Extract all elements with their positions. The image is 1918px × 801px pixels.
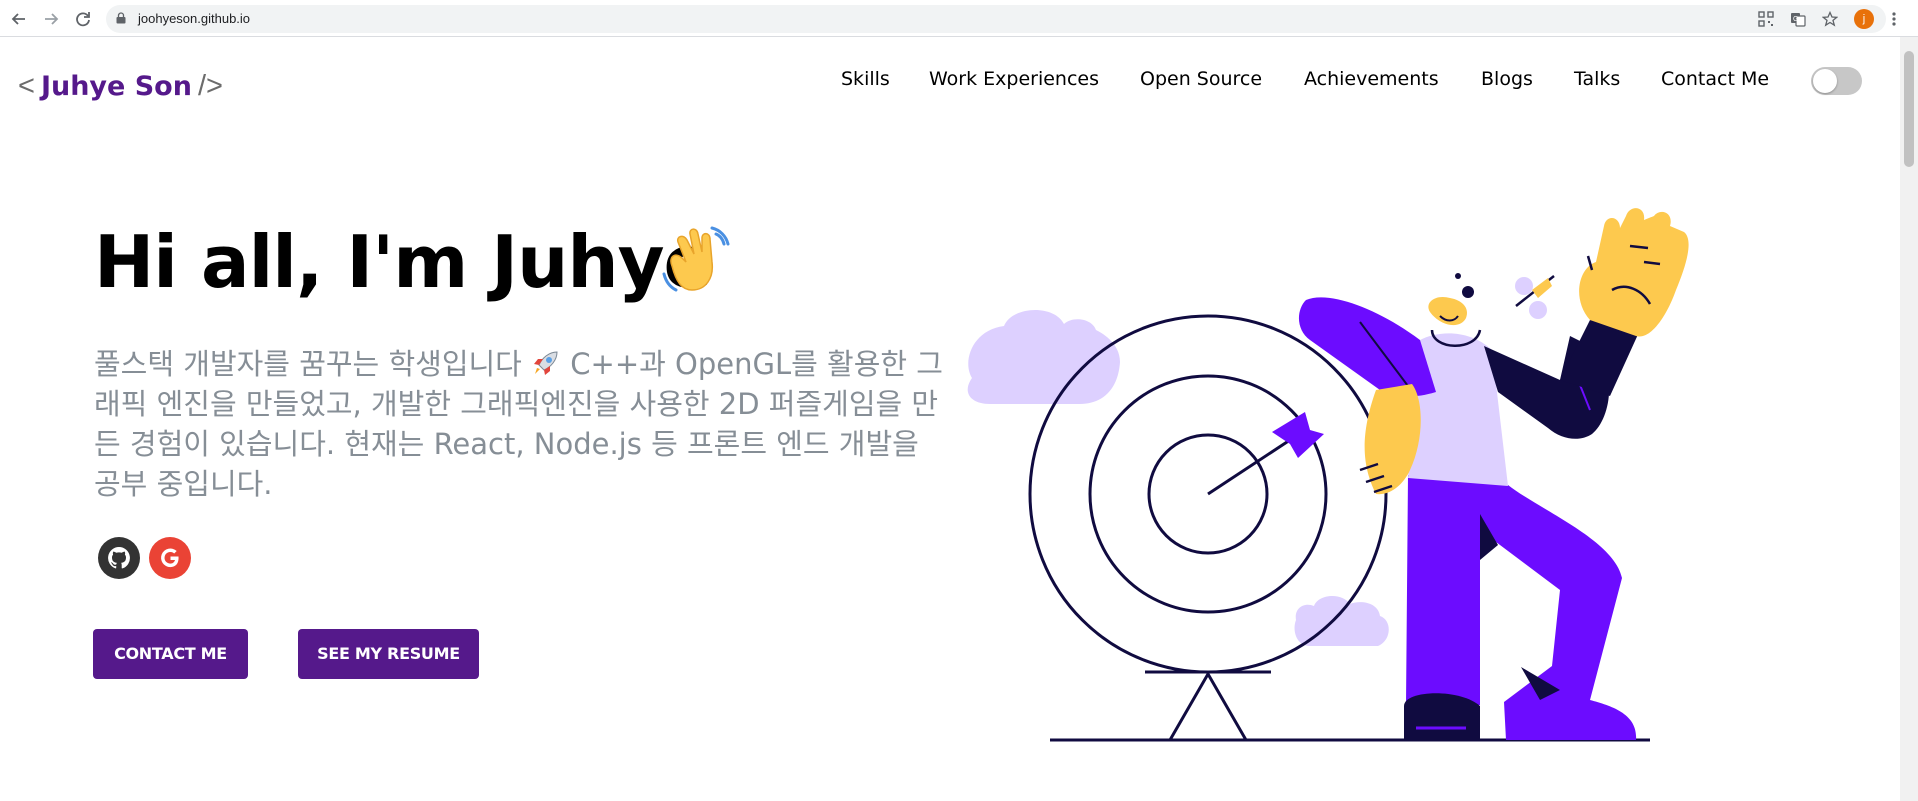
google-icon xyxy=(161,548,179,568)
contact-me-button[interactable]: CONTACT ME xyxy=(93,629,248,679)
menu-kebab-icon[interactable] xyxy=(1889,8,1899,30)
character xyxy=(1298,208,1689,740)
nav-skills[interactable]: Skills xyxy=(841,68,890,90)
lock-icon xyxy=(116,12,126,24)
back-icon[interactable] xyxy=(8,8,30,30)
star-icon[interactable] xyxy=(1821,10,1839,27)
reload-icon[interactable] xyxy=(72,8,94,30)
nav-open-source[interactable]: Open Source xyxy=(1140,68,1262,90)
page-scrollbar[interactable] xyxy=(1900,37,1918,801)
cloud-large xyxy=(967,309,1120,404)
hero-illustration xyxy=(967,208,1689,742)
nav-work-experiences[interactable]: Work Experiences xyxy=(929,68,1099,90)
browser-toolbar: joohyeson.github.io G j xyxy=(0,0,1918,37)
google-link[interactable] xyxy=(149,537,191,579)
nav-talks[interactable]: Talks xyxy=(1574,68,1620,90)
url-text: joohyeson.github.io xyxy=(138,11,251,26)
waving-hand-icon xyxy=(662,226,730,292)
nav-achievements[interactable]: Achievements xyxy=(1304,68,1439,90)
rocket-icon xyxy=(534,351,558,375)
hero-subtitle: 풀스택 개발자를 꿈꾸는 학생입니다 C++과 OpenGL를 활용한 그래픽 … xyxy=(94,344,950,504)
subtitle-text-part-1: 풀스택 개발자를 꿈꾸는 학생입니다 xyxy=(94,347,532,381)
dark-mode-toggle[interactable] xyxy=(1811,67,1862,95)
address-bar[interactable]: joohyeson.github.io G xyxy=(106,5,1886,33)
main-nav: Skills Work Experiences Open Source Achi… xyxy=(0,68,1918,92)
forward-icon[interactable] xyxy=(40,8,62,30)
nav-contact-me[interactable]: Contact Me xyxy=(1661,68,1769,90)
toggle-knob xyxy=(1813,69,1837,93)
see-my-resume-button[interactable]: SEE MY RESUME xyxy=(298,629,479,679)
github-link[interactable] xyxy=(98,537,140,579)
nav-blogs[interactable]: Blogs xyxy=(1481,68,1533,90)
profile-avatar[interactable]: j xyxy=(1854,9,1874,29)
hero-greeting: Hi all, I'm Juhye xyxy=(94,220,712,304)
dart-held xyxy=(1515,275,1555,319)
github-icon xyxy=(108,547,130,569)
translate-icon[interactable]: G xyxy=(1790,11,1806,27)
qr-code-icon[interactable] xyxy=(1758,11,1774,27)
svg-text:G: G xyxy=(1793,16,1798,23)
cloud-small xyxy=(1294,595,1389,646)
